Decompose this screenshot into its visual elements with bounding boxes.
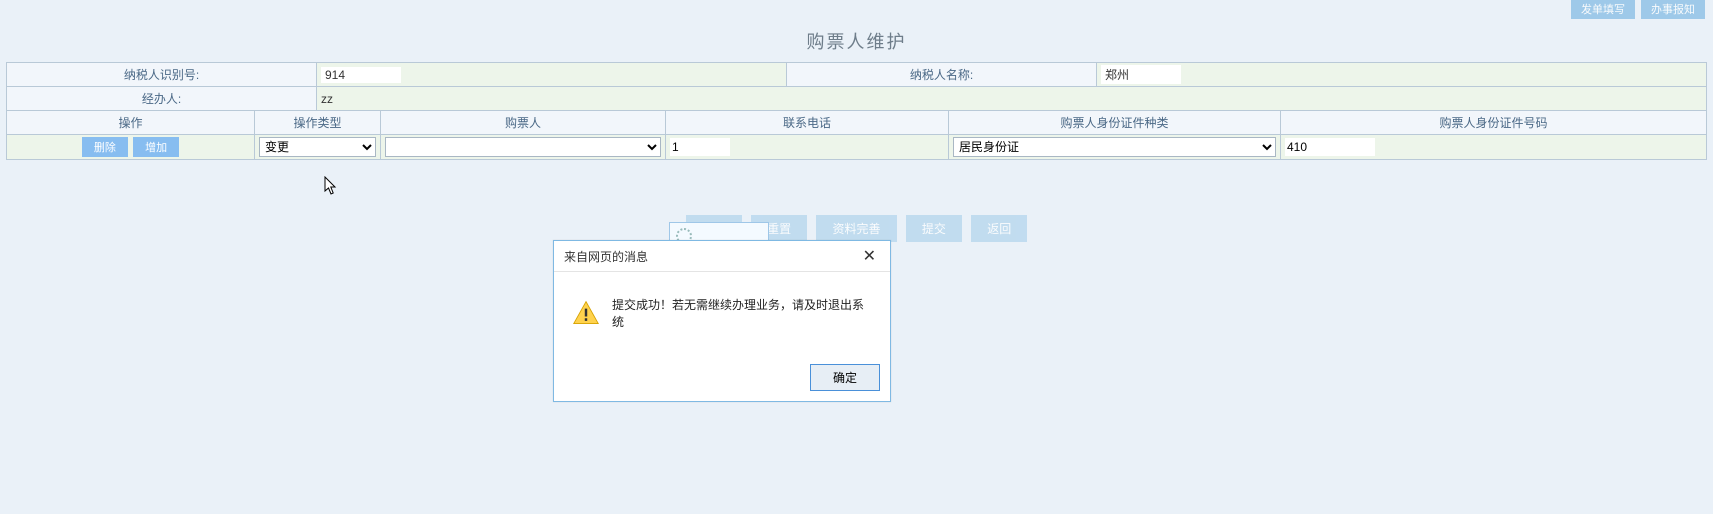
id-no-input[interactable] [1285, 138, 1375, 156]
action-bar: 保存 重置 资料完善 提交 返回 [0, 215, 1713, 242]
delete-button[interactable]: 删除 [82, 137, 128, 157]
taxpayer-name-value: 郑州 [1097, 63, 1707, 87]
col-phone: 联系电话 [666, 111, 949, 135]
op-type-select[interactable]: 变更 [259, 137, 376, 157]
col-id-type: 购票人身份证件种类 [949, 111, 1281, 135]
col-buyer: 购票人 [381, 111, 666, 135]
taxpayer-id-label: 纳税人识别号: [7, 63, 317, 87]
handler-value: zz [317, 87, 1707, 111]
info-table: 纳税人识别号: 914 纳税人名称: 郑州 经办人: zz [6, 62, 1707, 111]
phone-input[interactable] [670, 138, 730, 156]
prefill-button[interactable]: 资料完善 [816, 215, 896, 242]
back-button[interactable]: 返回 [971, 215, 1027, 242]
table-row: 删除 增加 变更 居民身份证 [7, 135, 1707, 160]
grid-table: 操作 操作类型 购票人 联系电话 购票人身份证件种类 购票人身份证件号码 删除 … [6, 110, 1707, 160]
taxpayer-name-label: 纳税人名称: [787, 63, 1097, 87]
topbar-btn-notice[interactable]: 办事报知 [1641, 0, 1705, 19]
col-op: 操作 [7, 111, 255, 135]
dialog-message: 提交成功！若无需继续办理业务，请及时退出系统 [612, 296, 872, 330]
col-id-no: 购票人身份证件号码 [1281, 111, 1707, 135]
handler-label: 经办人: [7, 87, 317, 111]
ok-button[interactable]: 确定 [810, 364, 880, 391]
submit-button[interactable]: 提交 [906, 215, 962, 242]
close-icon[interactable]: ✕ [859, 246, 880, 266]
dialog-title-text: 来自网页的消息 [564, 248, 648, 265]
col-op-type: 操作类型 [255, 111, 381, 135]
topbar-btn-form[interactable]: 发单填写 [1571, 0, 1635, 19]
top-bar: 发单填写 办事报知 [0, 0, 1713, 18]
page-title: 购票人维护 [0, 18, 1713, 62]
dialog-body: 提交成功！若无需继续办理业务，请及时退出系统 [554, 272, 890, 358]
mouse-cursor-icon [324, 176, 340, 196]
dialog-titlebar: 来自网页的消息 ✕ [554, 241, 890, 272]
id-type-select[interactable]: 居民身份证 [953, 137, 1276, 157]
taxpayer-id-value: 914 [317, 63, 787, 87]
warning-icon [572, 299, 600, 327]
dialog-footer: 确定 [554, 358, 890, 401]
message-dialog: 来自网页的消息 ✕ 提交成功！若无需继续办理业务，请及时退出系统 确定 [553, 240, 891, 402]
add-button[interactable]: 增加 [133, 137, 179, 157]
buyer-select[interactable] [385, 137, 661, 157]
